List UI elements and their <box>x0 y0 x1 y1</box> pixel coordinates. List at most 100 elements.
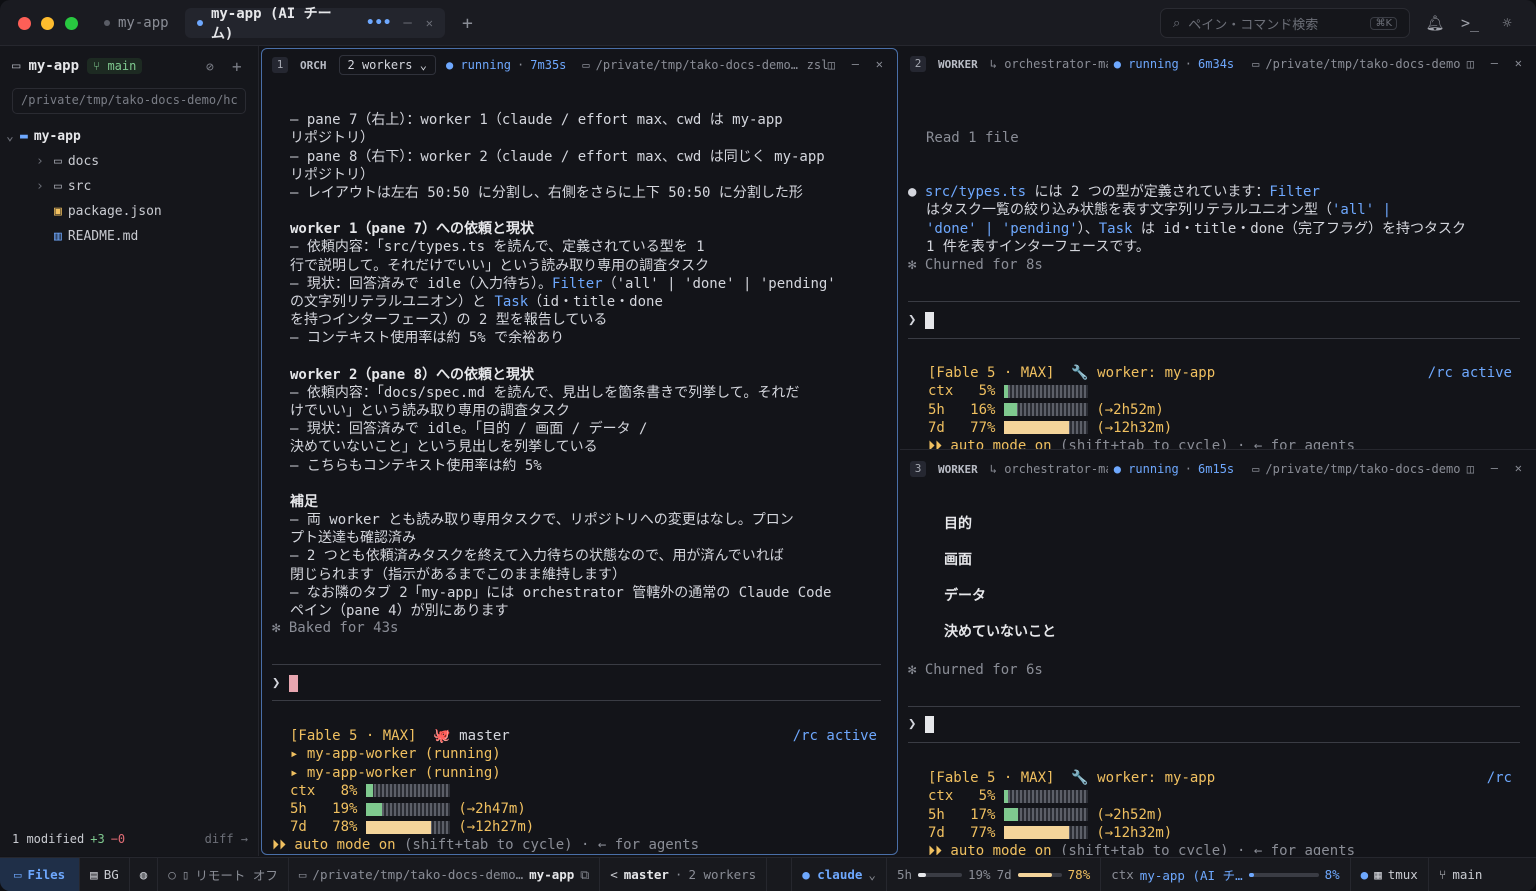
output-line: リポジトリ） <box>290 166 374 183</box>
prompt-line[interactable]: ❯ <box>272 674 887 692</box>
pane-time: 6m15s <box>1198 462 1235 476</box>
bell-icon[interactable]: 🔔︎ <box>1424 12 1446 34</box>
ctx-item: ctx my-app (AI チ… 8% <box>1101 857 1351 891</box>
ctx-bar <box>1003 789 1088 803</box>
git-branch-icon: ⑂ <box>1438 867 1447 882</box>
bg-button[interactable]: ▤ BG <box>80 857 130 891</box>
pane-worker-2[interactable]: 3 WORKER ↳ orchestrator-ma… ● running · … <box>900 453 1536 855</box>
folder-icon: ▭ <box>54 179 62 194</box>
close-pane-icon[interactable]: ✕ <box>1515 56 1522 70</box>
minimize-pane-icon[interactable]: — <box>852 57 859 71</box>
type-name: Task <box>494 294 529 311</box>
text: （'all' | 'done' | 'pending' <box>602 275 836 292</box>
path-item[interactable]: ▭ /private/tmp/tako-docs-demo… my-app ⧉ <box>289 857 601 891</box>
d7-pct: 78% <box>332 819 358 836</box>
worker-entry: ▸ my-app-worker (running) <box>290 764 501 781</box>
tab-more-icon[interactable]: ••• <box>366 15 391 31</box>
tab-my-app[interactable]: my-app <box>92 8 181 38</box>
repo-name: my-app <box>28 58 80 74</box>
pane-worker-1[interactable]: 2 WORKER ↳ orchestrator-ma… ● running · … <box>900 48 1536 450</box>
repo-path-field[interactable]: /private/tmp/tako-docs-demo/hc <box>12 88 246 114</box>
output-line: – pane 8（右下）：worker 2（claude / effort ma… <box>290 148 825 165</box>
d7-label: 7d <box>996 867 1012 882</box>
bg-label: BG <box>103 867 119 882</box>
tab-status-dot <box>197 20 203 26</box>
pane-orchestrator[interactable]: 1 ORCH 2 workers ⌄ ● running · 7m35s ▭ /… <box>261 48 898 855</box>
file-tree: ⌄ ▬ my-app › ▭ docs › ▭ src ▣ package.js… <box>0 124 259 249</box>
d7-pct: 77% <box>970 419 996 436</box>
note-heading: 補足 <box>290 493 318 510</box>
d7-bar <box>1003 826 1088 840</box>
diff-link[interactable]: diff → <box>205 832 248 846</box>
text: 1 件を表すインターフェースです。 <box>926 238 1150 255</box>
h5-pct: 19% <box>332 801 358 818</box>
split-icon[interactable]: ◫ <box>1467 462 1474 476</box>
workers-dropdown[interactable]: 2 workers ⌄ <box>338 55 436 75</box>
split-icon[interactable]: ◫ <box>828 58 835 72</box>
branch-badge[interactable]: ⑂ main <box>87 58 143 74</box>
ctx-bar-fill <box>1003 789 1009 803</box>
agent-dropdown[interactable]: ● claude ⌄ <box>791 857 887 891</box>
text: はタスク一覧の絞り込み状態を表す文字列リテラルユニオン型（ <box>926 202 1332 219</box>
theme-sun-icon[interactable]: ☼ <box>1496 12 1518 34</box>
pane-shell: zsl <box>806 58 829 72</box>
parent-label: ↳ orchestrator-ma… <box>989 57 1108 71</box>
globe-button[interactable]: ◍ <box>130 857 159 891</box>
minimize-pane-icon[interactable]: — <box>1491 56 1498 70</box>
folder-icon: ▭ <box>1252 462 1260 476</box>
pane-number: 1 <box>272 57 288 73</box>
pane-header: 2 WORKER ↳ orchestrator-ma… ● running · … <box>900 48 1536 80</box>
chevron-down-icon: ⌄ <box>419 58 427 72</box>
branch-item[interactable]: < master · 2 workers <box>600 857 768 891</box>
add-icon[interactable]: + <box>232 57 242 76</box>
rc-status: /rc active <box>792 728 877 745</box>
folder-open-icon: ▬ <box>20 129 28 144</box>
baked-status: ✻ Baked for 43s <box>272 620 399 636</box>
status-path: /private/tmp/tako-docs-demo… <box>312 867 524 882</box>
copy-icon[interactable]: ⧉ <box>580 867 589 883</box>
type-name: Filter <box>1269 184 1320 201</box>
literal: 'done' | 'pending' <box>926 220 1078 237</box>
ctx-bar <box>365 784 450 798</box>
tree-item-readme[interactable]: ▥ README.md <box>0 224 259 249</box>
tmux-item[interactable]: ● ▦ tmux <box>1351 857 1429 891</box>
h5-pct: 16% <box>970 401 996 418</box>
tab-my-app-ai-team[interactable]: my-app (AI チーム) ••• — ✕ <box>185 6 445 42</box>
ctx-label: ctx <box>928 788 954 805</box>
d7-bar-fill <box>1003 826 1069 840</box>
files-button[interactable]: ▭ Files <box>0 857 81 891</box>
divider <box>272 700 881 701</box>
zoom-window-button[interactable] <box>65 17 78 30</box>
tree-label: package.json <box>67 204 162 219</box>
tab-minimize-icon[interactable]: — <box>403 15 411 31</box>
tree-item-my-app[interactable]: ⌄ ▬ my-app <box>0 124 259 149</box>
tree-item-src[interactable]: › ▭ src <box>0 174 259 199</box>
prompt-line[interactable]: ❯ <box>908 311 1526 329</box>
minimize-window-button[interactable] <box>41 17 54 30</box>
new-tab-button[interactable]: + <box>450 8 485 38</box>
split-icon[interactable]: ◫ <box>1467 57 1474 71</box>
close-pane-icon[interactable]: ✕ <box>1515 461 1522 475</box>
prompt-line[interactable]: ❯ <box>908 715 1526 733</box>
output-line: – pane 7（右上）：worker 1（claude / effort ma… <box>290 112 783 129</box>
tab-close-icon[interactable]: ✕ <box>426 16 433 30</box>
tree-item-docs[interactable]: › ▭ docs <box>0 149 259 174</box>
h5-label: 5h <box>896 867 912 882</box>
minimize-pane-icon[interactable]: — <box>1491 461 1498 475</box>
d7-label: 7d <box>290 819 307 836</box>
close-pane-icon[interactable]: ✕ <box>876 57 883 71</box>
agent-label: 🐙 master <box>433 728 510 745</box>
git-branch-item[interactable]: ⑂ main <box>1429 858 1493 891</box>
worker-entry: ▸ my-app-worker (running) <box>290 746 501 763</box>
remote-toggle[interactable]: ○ ▯ リモート オフ <box>158 857 289 891</box>
prompt-icon: ❯ <box>908 312 917 328</box>
h5-label: 5h <box>928 401 945 418</box>
hide-icon[interactable]: ⊘ <box>206 60 214 75</box>
close-window-button[interactable] <box>18 17 31 30</box>
state-label: running <box>1128 462 1179 476</box>
terminal-icon[interactable]: >_ <box>1459 12 1481 34</box>
tree-item-package-json[interactable]: ▣ package.json <box>0 199 259 224</box>
output-line: 行で説明して。それだけでいい」という読み取り専用の調査タスク <box>290 257 710 274</box>
ctx-label: ctx <box>928 383 954 400</box>
command-search-input[interactable]: ⌕ ペイン・コマンド検索 ⌘K <box>1160 8 1410 38</box>
